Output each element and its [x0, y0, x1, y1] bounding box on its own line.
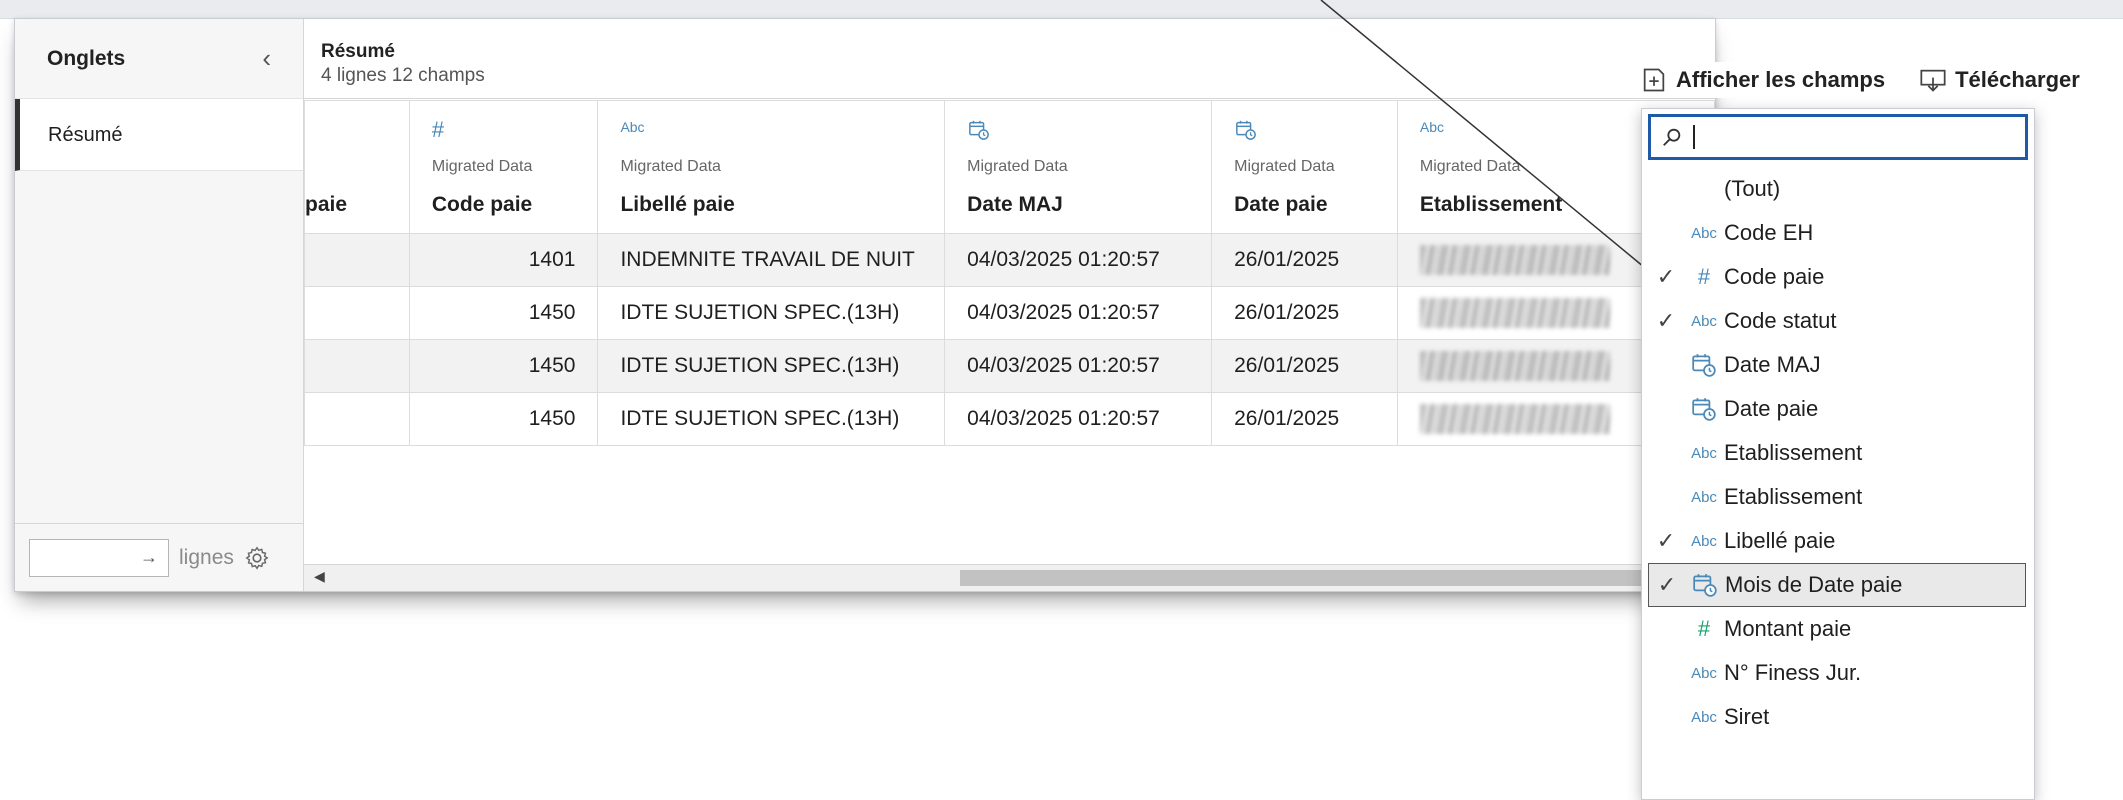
- field-option[interactable]: Abc N° Finess Jur.: [1648, 651, 2026, 695]
- search-icon: [1663, 128, 1681, 146]
- check-icon: ✓: [1656, 528, 1676, 553]
- field-option-label: (Tout): [1724, 176, 1781, 201]
- field-option-label: Montant paie: [1724, 616, 1852, 641]
- field-option-label: Libellé paie: [1724, 528, 1836, 553]
- field-option[interactable]: Date MAJ: [1648, 343, 2026, 387]
- field-option[interactable]: Abc Siret: [1648, 695, 2026, 739]
- field-option[interactable]: (Tout): [1648, 167, 2026, 211]
- string-icon: Abc: [1691, 708, 1717, 726]
- field-option-label: Siret: [1724, 704, 1770, 729]
- field-option-label: N° Finess Jur.: [1724, 660, 1862, 685]
- field-option-label: Code statut: [1724, 308, 1837, 333]
- datetime-icon: [1684, 396, 1724, 422]
- string-icon: Abc: [1691, 532, 1717, 550]
- string-icon: Abc: [1691, 444, 1717, 462]
- download-button[interactable]: Télécharger: [1955, 67, 2080, 93]
- datetime-icon: [1685, 572, 1725, 598]
- text-cursor: [1693, 125, 1695, 149]
- field-option-label: Date MAJ: [1724, 352, 1821, 377]
- field-option[interactable]: ✓ # Code paie: [1648, 255, 2026, 299]
- field-option[interactable]: ✓ Abc Libellé paie: [1648, 519, 2026, 563]
- field-option[interactable]: Abc Etablissement: [1648, 431, 2026, 475]
- field-option[interactable]: ✓ Abc Code statut: [1648, 299, 2026, 343]
- download-icon[interactable]: [1919, 66, 1947, 94]
- field-option-label: Etablissement: [1724, 484, 1863, 509]
- field-option[interactable]: Abc Code EH: [1648, 211, 2026, 255]
- field-option[interactable]: # Montant paie: [1648, 607, 2026, 651]
- field-option-label: Code paie: [1724, 264, 1825, 289]
- field-picker-dropdown: (Tout) Abc Code EH ✓ # Code paie ✓ Abc Code stat…: [1641, 108, 2035, 800]
- string-icon: Abc: [1691, 312, 1717, 330]
- field-option-label: Code EH: [1724, 220, 1814, 245]
- field-search-input[interactable]: [1648, 114, 2028, 160]
- check-icon: ✓: [1657, 572, 1677, 597]
- show-fields-button[interactable]: Afficher les champs: [1676, 67, 1885, 93]
- check-icon: ✓: [1656, 264, 1676, 289]
- field-option-label: Mois de Date paie: [1725, 572, 1903, 597]
- field-toolbar: Afficher les champs Télécharger: [1640, 62, 2080, 98]
- string-icon: Abc: [1691, 224, 1717, 242]
- field-option[interactable]: Abc Etablissement: [1648, 475, 2026, 519]
- number-icon: #: [1697, 264, 1711, 289]
- field-option-label: Etablissement: [1724, 440, 1863, 465]
- field-option-label: Date paie: [1724, 396, 1819, 421]
- check-icon: ✓: [1656, 308, 1676, 333]
- field-option[interactable]: ✓ Mois de Date paie: [1648, 563, 2026, 607]
- datetime-icon: [1684, 352, 1724, 378]
- string-icon: Abc: [1691, 488, 1717, 506]
- field-option[interactable]: Date paie: [1648, 387, 2026, 431]
- show-fields-icon[interactable]: [1640, 66, 1668, 94]
- measure-number-icon: #: [1697, 616, 1711, 641]
- string-icon: Abc: [1691, 664, 1717, 682]
